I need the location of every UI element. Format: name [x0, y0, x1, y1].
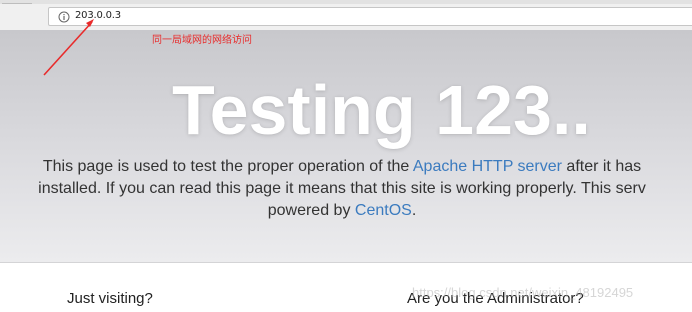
hero-lead-text: This page is used to test the proper ope…	[0, 156, 692, 222]
page-title: Testing 123..	[172, 71, 591, 149]
apache-link[interactable]: Apache HTTP server	[413, 158, 562, 175]
browser-window: 203.0.0.3 Testing 123.. This page is use…	[0, 0, 692, 312]
centos-link[interactable]: CentOS	[355, 202, 412, 219]
tab-edge	[2, 0, 32, 4]
url-text[interactable]: 203.0.0.3	[75, 10, 121, 21]
lead-line-3-prefix: powered by	[267, 202, 355, 219]
hero-banner: Testing 123.. This page is used to test …	[0, 30, 692, 263]
lead-line-1-suffix: after it has	[561, 158, 642, 175]
lead-line-1: This page is used to test the proper ope…	[0, 156, 692, 178]
tab-strip	[0, 0, 692, 4]
info-circle-icon[interactable]	[58, 11, 70, 23]
watermark: https://blog.csdn.net/weixin_48192495	[412, 285, 634, 300]
address-bar[interactable]: 203.0.0.3	[48, 7, 692, 26]
just-visiting-heading: Just visiting?	[67, 290, 153, 307]
lead-line-2: installed. If you can read this page it …	[38, 180, 646, 197]
lead-line-3: powered by CentOS.	[0, 200, 692, 222]
browser-toolbar: 203.0.0.3	[0, 0, 692, 31]
annotation-label: 同一局域网的网络访问	[152, 35, 252, 46]
lead-line-1-prefix: This page is used to test the proper ope…	[42, 158, 413, 175]
lead-line-3-suffix: .	[411, 202, 417, 219]
